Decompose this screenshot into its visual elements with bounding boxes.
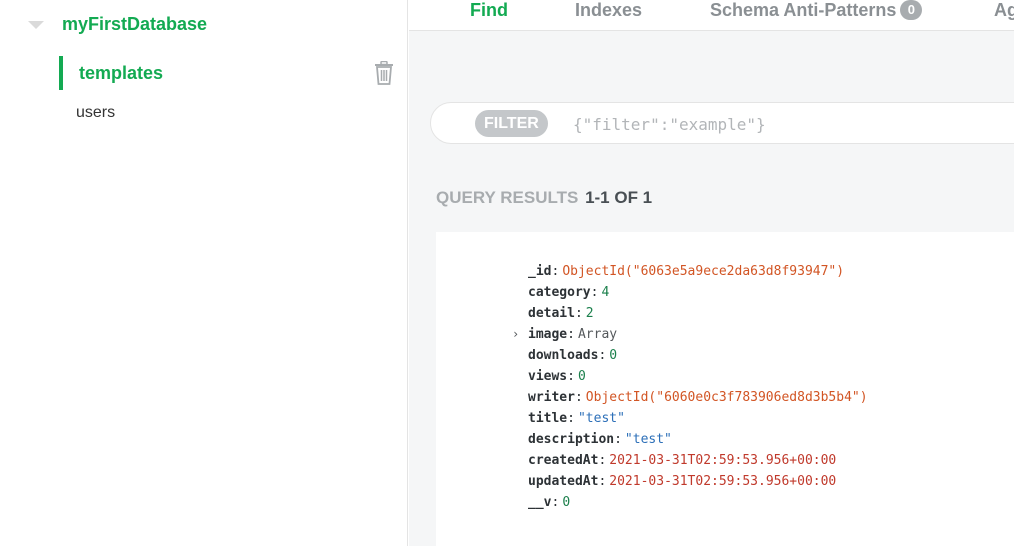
document-field: _id: ObjectId("6063e5a9ece2da63d8f93947") [528, 264, 845, 279]
filter-label: FILTER [475, 110, 548, 137]
field-key: image [528, 327, 568, 342]
count-badge: 0 [900, 0, 923, 20]
field-value: 0 [562, 495, 571, 510]
tab-find[interactable]: Find [470, 0, 508, 24]
sidebar: myFirstDatabase templates users [0, 0, 408, 546]
tab-bar: Find Indexes Schema Anti-Patterns 0 Ag [409, 0, 1014, 31]
document-field: title: "test" [528, 411, 625, 426]
results-label: QUERY RESULTS [436, 188, 579, 207]
collection-name: templates [79, 62, 164, 83]
query-results-header: QUERY RESULTS 1-1 OF 1 [436, 188, 652, 208]
document-field: createdAt: 2021-03-31T02:59:53.956+00:00 [528, 453, 837, 468]
field-value: "test" [577, 411, 625, 426]
document-card: _id: ObjectId("6063e5a9ece2da63d8f93947")… [436, 232, 1014, 546]
chevron-right-icon[interactable]: › [512, 324, 519, 345]
database-name: myFirstDatabase [62, 13, 208, 34]
document-field: description: "test" [528, 432, 672, 447]
filter-bar: FILTER [430, 102, 1014, 144]
trash-icon[interactable] [373, 61, 395, 85]
field-value: 0 [577, 369, 586, 384]
field-key: category [528, 285, 591, 300]
document-field: downloads: 0 [528, 348, 618, 363]
field-key: detail [528, 306, 575, 321]
field-key: description [528, 432, 615, 447]
field-key: writer [528, 390, 575, 405]
results-count: 1-1 OF 1 [585, 188, 653, 207]
field-key: downloads [528, 348, 599, 363]
field-value: 4 [601, 285, 610, 300]
field-key: views [528, 369, 568, 384]
document-field: › image: Array [512, 324, 868, 345]
field-key: createdAt [528, 453, 599, 468]
field-key: title [528, 411, 568, 426]
caret-down-icon[interactable] [28, 21, 44, 29]
field-key: __v [528, 495, 552, 510]
document-field: detail: 2 [528, 306, 594, 321]
document-field: views: 0 [528, 369, 586, 384]
field-value: 2021-03-31T02:59:53.956+00:00 [609, 453, 837, 468]
document-field: category: 4 [528, 285, 610, 300]
tab-aggregation[interactable]: Ag [994, 0, 1014, 24]
document-field: __v: 0 [528, 495, 571, 510]
field-value: Array [577, 327, 618, 342]
database-item[interactable]: myFirstDatabase [28, 10, 207, 38]
field-value: 2 [585, 306, 594, 321]
field-value: ObjectId("6060e0c3f783906ed8d3b5b4") [585, 390, 868, 405]
main-panel: Find Indexes Schema Anti-Patterns 0 Ag FI… [409, 0, 1014, 546]
field-value: 0 [609, 348, 618, 363]
filter-input[interactable] [573, 112, 1014, 136]
tab-indexes[interactable]: Indexes [575, 0, 642, 24]
field-value: ObjectId("6063e5a9ece2da63d8f93947") [562, 264, 845, 279]
tab-schema-anti-patterns[interactable]: Schema Anti-Patterns 0 [710, 0, 923, 24]
field-key: _id [528, 264, 552, 279]
tab-label: Schema Anti-Patterns [710, 0, 897, 20]
collection-item-users[interactable]: users [76, 96, 276, 130]
field-value: 2021-03-31T02:59:53.956+00:00 [609, 474, 837, 489]
document-field: writer: ObjectId("6060e0c3f783906ed8d3b5b… [528, 390, 868, 405]
collection-name: users [76, 104, 116, 121]
field-key: updatedAt [528, 474, 599, 489]
collection-item-templates[interactable]: templates [59, 56, 399, 90]
document-field: updatedAt: 2021-03-31T02:59:53.956+00:00 [528, 474, 837, 489]
document-fields: _id: ObjectId("6063e5a9ece2da63d8f93947")… [512, 261, 868, 513]
field-value: "test" [624, 432, 672, 447]
